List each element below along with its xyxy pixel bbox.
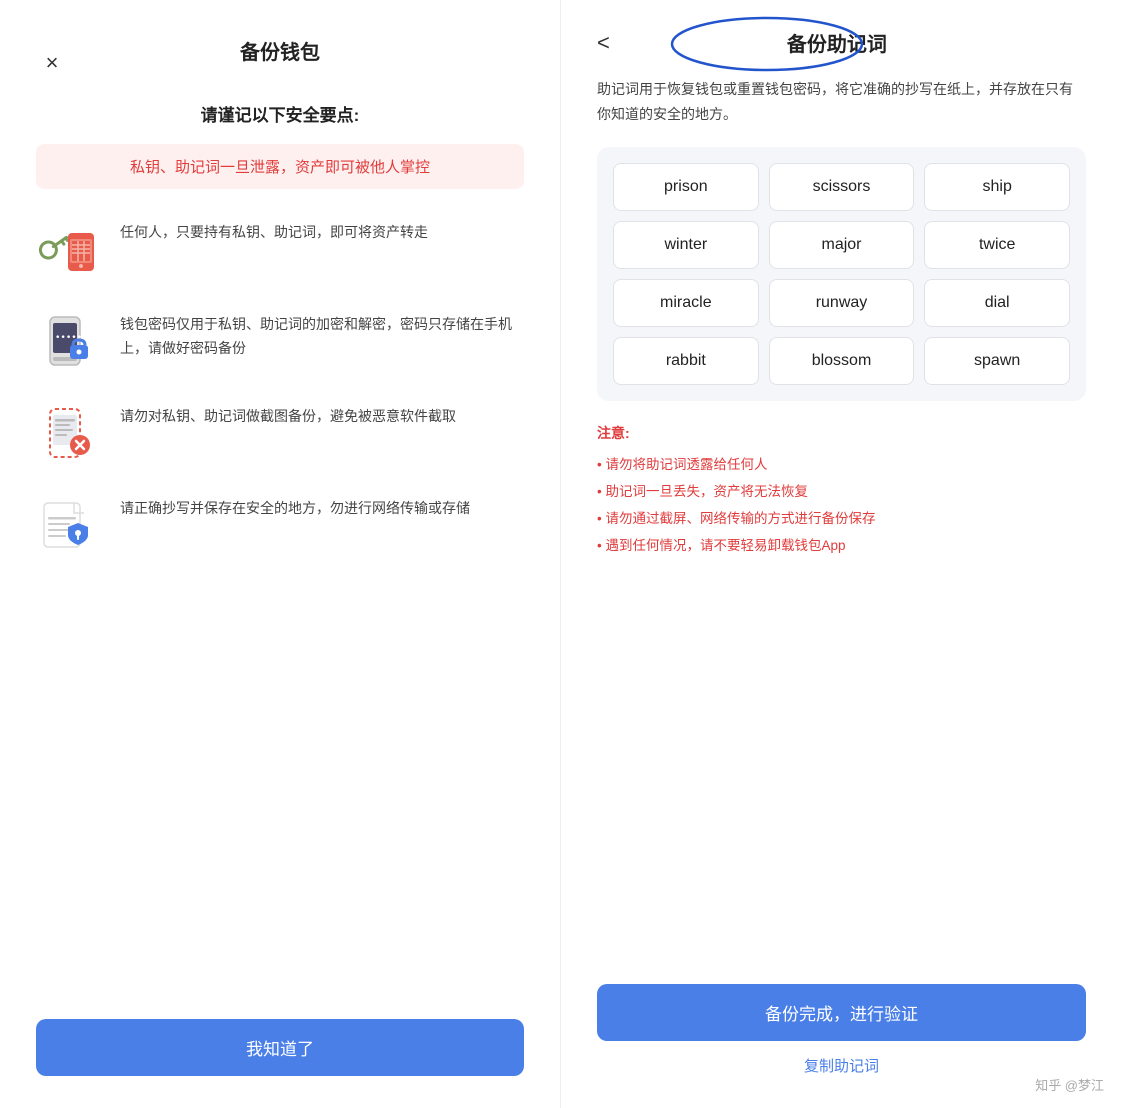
notes-section: 注意: • 请勿将助记词透露给任何人 • 助记词一旦丢失，资产将无法恢复 • 请… bbox=[597, 423, 1086, 559]
phone-lock-icon: •••••• bbox=[36, 309, 100, 373]
security-text-3: 请勿对私钥、助记词做截图备份，避免被恶意软件截取 bbox=[120, 401, 456, 429]
note-3: • 请勿通过截屏、网络传输的方式进行备份保存 bbox=[597, 505, 1086, 532]
copy-mnemonic-link[interactable]: 复制助记词 bbox=[597, 1055, 1086, 1076]
screenshot-icon bbox=[36, 401, 100, 465]
security-text-4: 请正确抄写并保存在安全的地方，勿进行网络传输或存储 bbox=[120, 493, 470, 521]
mnemonic-word-9: dial bbox=[924, 279, 1070, 327]
security-heading: 请谨记以下安全要点: bbox=[36, 101, 524, 126]
description: 助记词用于恢复钱包或重置钱包密码，将它准确的抄写在纸上，并存放在只有你知道的安全… bbox=[597, 77, 1086, 127]
warning-banner: 私钥、助记词一旦泄露，资产即可被他人掌控 bbox=[36, 144, 524, 189]
security-item-2: •••••• 钱包密码仅用于私钥、助记词的加密和解密，密码只存储在手机上，请做好… bbox=[36, 309, 524, 373]
confirm-button[interactable]: 我知道了 bbox=[36, 1019, 524, 1076]
note-4: • 遇到任何情况，请不要轻易卸载钱包App bbox=[597, 532, 1086, 559]
mnemonic-word-2: scissors bbox=[769, 163, 915, 211]
mnemonic-word-7: miracle bbox=[613, 279, 759, 327]
security-item-1: 任何人，只要持有私钥、助记词，即可将资产转走 bbox=[36, 217, 524, 281]
mnemonic-word-10: rabbit bbox=[613, 337, 759, 385]
right-title: 备份助记词 bbox=[626, 28, 1048, 57]
backup-verify-button[interactable]: 备份完成，进行验证 bbox=[597, 984, 1086, 1041]
doc-secure-icon bbox=[36, 493, 100, 557]
left-title: 备份钱包 bbox=[68, 36, 492, 65]
security-item-4: 请正确抄写并保存在安全的地方，勿进行网络传输或存储 bbox=[36, 493, 524, 557]
notes-title: 注意: bbox=[597, 423, 1086, 443]
close-button[interactable]: × bbox=[36, 47, 68, 79]
right-panel: < 备份助记词 助记词用于恢复钱包或重置钱包密码，将它准确的抄写在纸上，并存放在… bbox=[561, 0, 1122, 1108]
note-2: • 助记词一旦丢失，资产将无法恢复 bbox=[597, 478, 1086, 505]
left-panel: × 备份钱包 请谨记以下安全要点: 私钥、助记词一旦泄露，资产即可被他人掌控 bbox=[0, 0, 561, 1108]
mnemonic-word-5: major bbox=[769, 221, 915, 269]
security-text-1: 任何人，只要持有私钥、助记词，即可将资产转走 bbox=[120, 217, 428, 245]
back-button[interactable]: < bbox=[597, 30, 610, 56]
mnemonic-word-1: prison bbox=[613, 163, 759, 211]
mnemonic-word-8: runway bbox=[769, 279, 915, 327]
right-header: < 备份助记词 bbox=[597, 28, 1086, 57]
watermark: 知乎 @梦江 bbox=[1035, 1075, 1104, 1094]
mnemonic-word-3: ship bbox=[924, 163, 1070, 211]
key-phone-icon bbox=[36, 217, 100, 281]
mnemonic-word-11: blossom bbox=[769, 337, 915, 385]
mnemonic-grid: prison scissors ship winter major twice … bbox=[597, 147, 1086, 401]
security-text-2: 钱包密码仅用于私钥、助记词的加密和解密，密码只存储在手机上，请做好密码备份 bbox=[120, 309, 524, 361]
mnemonic-word-12: spawn bbox=[924, 337, 1070, 385]
note-1: • 请勿将助记词透露给任何人 bbox=[597, 451, 1086, 478]
security-item-3: 请勿对私钥、助记词做截图备份，避免被恶意软件截取 bbox=[36, 401, 524, 465]
mnemonic-word-4: winter bbox=[613, 221, 759, 269]
mnemonic-word-6: twice bbox=[924, 221, 1070, 269]
